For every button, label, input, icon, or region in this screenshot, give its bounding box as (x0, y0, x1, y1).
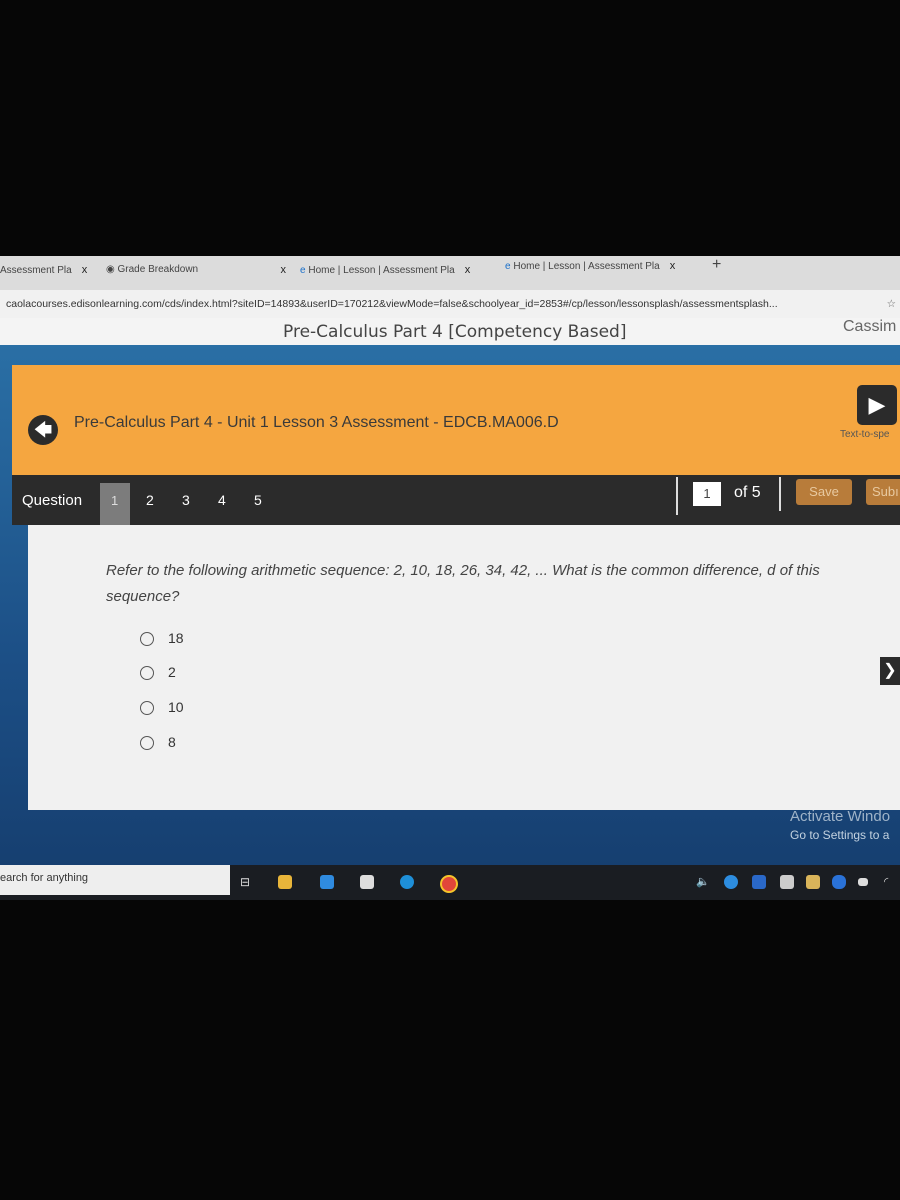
store-icon[interactable] (360, 875, 374, 889)
divider (779, 477, 781, 511)
activation-watermark-text: Go to Settings to a (790, 828, 890, 842)
question-label: Question (22, 492, 83, 509)
assessment-title: Pre-Calculus Part 4 - Unit 1 Lesson 3 As… (74, 414, 559, 431)
question-panel: Refer to the following arithmetic sequen… (28, 525, 900, 810)
tab-assessment[interactable]: Assessment Pla x (0, 264, 87, 276)
back-arrow-icon[interactable]: 🡄 (28, 415, 58, 445)
onedrive-icon[interactable] (724, 875, 738, 889)
tray-x-icon[interactable] (780, 875, 794, 889)
answer-option[interactable]: 18 (140, 630, 184, 647)
question-number-input[interactable]: 1 (693, 482, 721, 506)
text-to-speech-label: Text-to-spe (840, 429, 890, 440)
play-icon[interactable]: ▶ (857, 385, 897, 425)
battery-icon[interactable] (858, 878, 868, 886)
question-text: Refer to the following arithmetic sequen… (106, 562, 820, 605)
task-view-icon[interactable]: ⊟ (240, 875, 254, 889)
close-icon[interactable]: x (281, 264, 287, 276)
assessment-banner: 🡄 Pre-Calculus Part 4 - Unit 1 Lesson 3 … (12, 365, 900, 475)
question-1-button[interactable]: 1 (100, 483, 130, 525)
course-title: Pre-Calculus Part 4 [Competency Based] (283, 322, 627, 342)
close-icon[interactable]: x (82, 264, 88, 276)
address-bar[interactable]: caolacourses.edisonlearning.com/cds/inde… (0, 290, 900, 318)
radio-button[interactable] (140, 701, 154, 716)
save-button[interactable]: Save (796, 479, 852, 505)
submit-button[interactable]: Subı (866, 479, 900, 505)
question-3-button[interactable]: 3 (182, 492, 190, 508)
question-nav: Question 1 2 3 4 5 1 of 5 Save Subı (12, 475, 900, 525)
radio-button[interactable] (140, 632, 154, 647)
question-2-button[interactable]: 2 (146, 492, 154, 508)
answer-option[interactable]: 8 (140, 734, 176, 751)
activation-watermark-title: Activate Windo (790, 808, 891, 825)
edge-icon[interactable] (400, 875, 414, 889)
user-name[interactable]: Cassim (843, 318, 896, 336)
tab-home-lesson-2[interactable]: e Home | Lesson | Assessment Pla x (505, 260, 675, 272)
close-icon[interactable]: x (465, 264, 471, 276)
tray-app-icon[interactable] (752, 875, 766, 889)
star-icon[interactable]: ☆ (887, 290, 896, 318)
close-icon[interactable]: x (670, 260, 676, 272)
new-tab-button[interactable]: + (712, 256, 721, 274)
tab-grade-breakdown[interactable]: ◉ Grade Breakdown x (106, 264, 287, 276)
divider (676, 477, 678, 515)
answer-option[interactable]: 10 (140, 699, 184, 716)
taskbar: earch for anything ⊟ 🔈 ◜ (0, 865, 900, 900)
globe-icon: ◉ (106, 264, 118, 275)
file-explorer-icon[interactable] (278, 875, 292, 889)
radio-button[interactable] (140, 666, 154, 681)
of-total-label: of 5 (734, 484, 761, 501)
bluetooth-icon[interactable] (832, 875, 846, 889)
wifi-icon[interactable]: ◜ (884, 875, 898, 889)
question-4-button[interactable]: 4 (218, 492, 226, 508)
volume-icon[interactable]: 🔈 (696, 875, 710, 889)
question-5-button[interactable]: 5 (254, 492, 262, 508)
browser-tab-bar: Assessment Pla x ◉ Grade Breakdown x e Hom… (0, 256, 900, 290)
next-arrow-icon[interactable]: ❯ (880, 657, 900, 685)
answer-option[interactable]: 2 (140, 664, 176, 681)
tab-home-lesson-1[interactable]: e Home | Lesson | Assessment Pla x (300, 264, 470, 276)
taskbar-search-input[interactable]: earch for anything (0, 865, 230, 895)
chrome-icon[interactable] (440, 875, 458, 893)
radio-button[interactable] (140, 736, 154, 751)
mail-icon[interactable] (320, 875, 334, 889)
security-icon[interactable] (806, 875, 820, 889)
